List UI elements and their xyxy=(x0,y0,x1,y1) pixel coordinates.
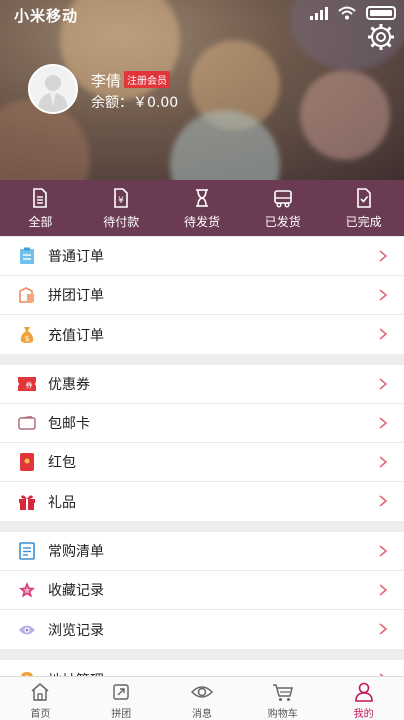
tab-home[interactable]: 首页 xyxy=(0,677,81,720)
status-bar: 小米移动 xyxy=(0,0,404,28)
carrier-name: 小米移动 xyxy=(14,7,79,25)
member-badge: 注册会员 xyxy=(124,71,170,88)
order-tab-label: 全部 xyxy=(28,215,53,229)
menu-item-label: 红包 xyxy=(48,455,76,471)
order-tab-completed[interactable]: 已完成 xyxy=(323,180,404,236)
order-status-bar: 全部 ¥ 待付款 待发货 已发货 已完成 xyxy=(0,180,404,236)
menu-item-label: 浏览记录 xyxy=(48,622,104,639)
order-tab-pending-payment[interactable]: ¥ 待付款 xyxy=(81,180,162,236)
menu-item-label: 包邮卡 xyxy=(48,416,90,432)
tab-messages[interactable]: 消息 xyxy=(162,677,243,720)
order-tab-pending-shipment[interactable]: 待发货 xyxy=(162,180,243,236)
coupon-icon: 券 xyxy=(18,375,36,393)
svg-text:$: $ xyxy=(24,334,29,343)
order-tab-label: 待发货 xyxy=(183,215,220,229)
order-tab-all[interactable]: 全部 xyxy=(0,180,81,236)
menu-item-label: 充值订单 xyxy=(48,327,104,344)
svg-text:¥: ¥ xyxy=(118,196,124,206)
gift-icon xyxy=(18,493,36,511)
menu-item-browsing-history[interactable]: 浏览记录 xyxy=(0,610,404,649)
card-wallet-icon xyxy=(18,414,36,432)
profile-header: 小米移动 李倩 注册会员 余额：￥0.00 xyxy=(0,0,404,180)
chevron-right-icon xyxy=(379,328,388,340)
group-buy-icon xyxy=(113,684,129,700)
battery-icon xyxy=(366,6,396,20)
account-balance: 余额：￥0.00 xyxy=(91,95,179,111)
tab-group-buy[interactable]: 拼团 xyxy=(81,677,162,720)
menu-item-label: 礼品 xyxy=(48,494,76,511)
order-tab-label: 待付款 xyxy=(103,215,140,229)
menu-item-red-envelope[interactable]: 红包 xyxy=(0,443,404,482)
star-icon xyxy=(18,581,36,599)
user-name: 李倩 xyxy=(91,72,122,90)
records-group: 常购清单 收藏记录 浏览记录 xyxy=(0,532,404,649)
order-tab-shipped[interactable]: 已发货 xyxy=(242,180,323,236)
bottom-tab-bar: 首页 拼团 消息 购物车 我的 xyxy=(0,676,404,720)
eye-icon xyxy=(18,621,36,639)
cart-icon xyxy=(272,684,293,701)
money-bag-icon: $ xyxy=(18,326,36,344)
chevron-right-icon xyxy=(379,378,388,390)
tab-mine[interactable]: 我的 xyxy=(323,677,404,720)
clipboard-icon xyxy=(18,247,36,265)
chevron-right-icon xyxy=(379,495,388,507)
order-tab-label: 已完成 xyxy=(345,215,382,229)
menu-item-group-orders[interactable]: 拼团订单 xyxy=(0,276,404,315)
chevron-right-icon xyxy=(379,545,388,557)
eye-message-icon xyxy=(190,686,213,698)
menu-item-coupons[interactable]: 券 优惠券 xyxy=(0,365,404,404)
person-icon xyxy=(354,682,373,702)
menu-item-label: 收藏记录 xyxy=(48,583,104,599)
menu-item-label: 优惠券 xyxy=(48,377,90,393)
default-avatar-icon xyxy=(30,66,76,112)
chevron-right-icon xyxy=(379,250,388,262)
chevron-right-icon xyxy=(379,584,388,596)
chevron-right-icon xyxy=(379,417,388,429)
tab-label: 消息 xyxy=(191,709,212,720)
menu-item-normal-orders[interactable]: 普通订单 xyxy=(0,237,404,276)
red-envelope-icon xyxy=(18,453,36,471)
menu-item-label: 普通订单 xyxy=(48,249,104,265)
bokeh-light xyxy=(170,110,280,180)
hourglass-icon xyxy=(195,189,208,207)
menu-item-label: 常购清单 xyxy=(48,544,104,560)
menu-item-free-shipping-card[interactable]: 包邮卡 xyxy=(0,404,404,443)
menu-item-frequent-purchases[interactable]: 常购清单 xyxy=(0,532,404,571)
svg-text:券: 券 xyxy=(26,381,33,390)
tab-label: 购物车 xyxy=(267,709,298,720)
tab-label: 我的 xyxy=(353,709,374,720)
benefits-group: 券 优惠券 包邮卡 红包 礼品 xyxy=(0,365,404,521)
group-tag-icon xyxy=(18,286,36,304)
avatar[interactable] xyxy=(28,64,78,114)
menu-item-label: 拼团订单 xyxy=(48,288,104,304)
list-icon xyxy=(18,542,36,560)
yuan-document-icon: ¥ xyxy=(114,188,128,208)
chevron-right-icon xyxy=(379,456,388,468)
tab-label: 拼团 xyxy=(111,709,132,720)
bokeh-light xyxy=(300,70,390,160)
truck-icon xyxy=(273,190,292,208)
document-icon xyxy=(33,188,48,208)
menu-item-gifts[interactable]: 礼品 xyxy=(0,482,404,521)
signal-icon xyxy=(310,6,328,20)
home-icon xyxy=(31,683,49,701)
orders-group: 普通订单 拼团订单 $ 充值订单 xyxy=(0,237,404,354)
check-document-icon xyxy=(356,188,371,208)
menu-item-favorites[interactable]: 收藏记录 xyxy=(0,571,404,610)
wifi-icon xyxy=(338,6,356,20)
chevron-right-icon xyxy=(379,289,388,301)
chevron-right-icon xyxy=(379,623,388,635)
menu-item-recharge-orders[interactable]: $ 充值订单 xyxy=(0,315,404,354)
tab-label: 首页 xyxy=(30,709,51,720)
order-tab-label: 已发货 xyxy=(264,215,301,229)
tab-cart[interactable]: 购物车 xyxy=(242,677,323,720)
settings-gear-icon[interactable] xyxy=(366,22,396,52)
